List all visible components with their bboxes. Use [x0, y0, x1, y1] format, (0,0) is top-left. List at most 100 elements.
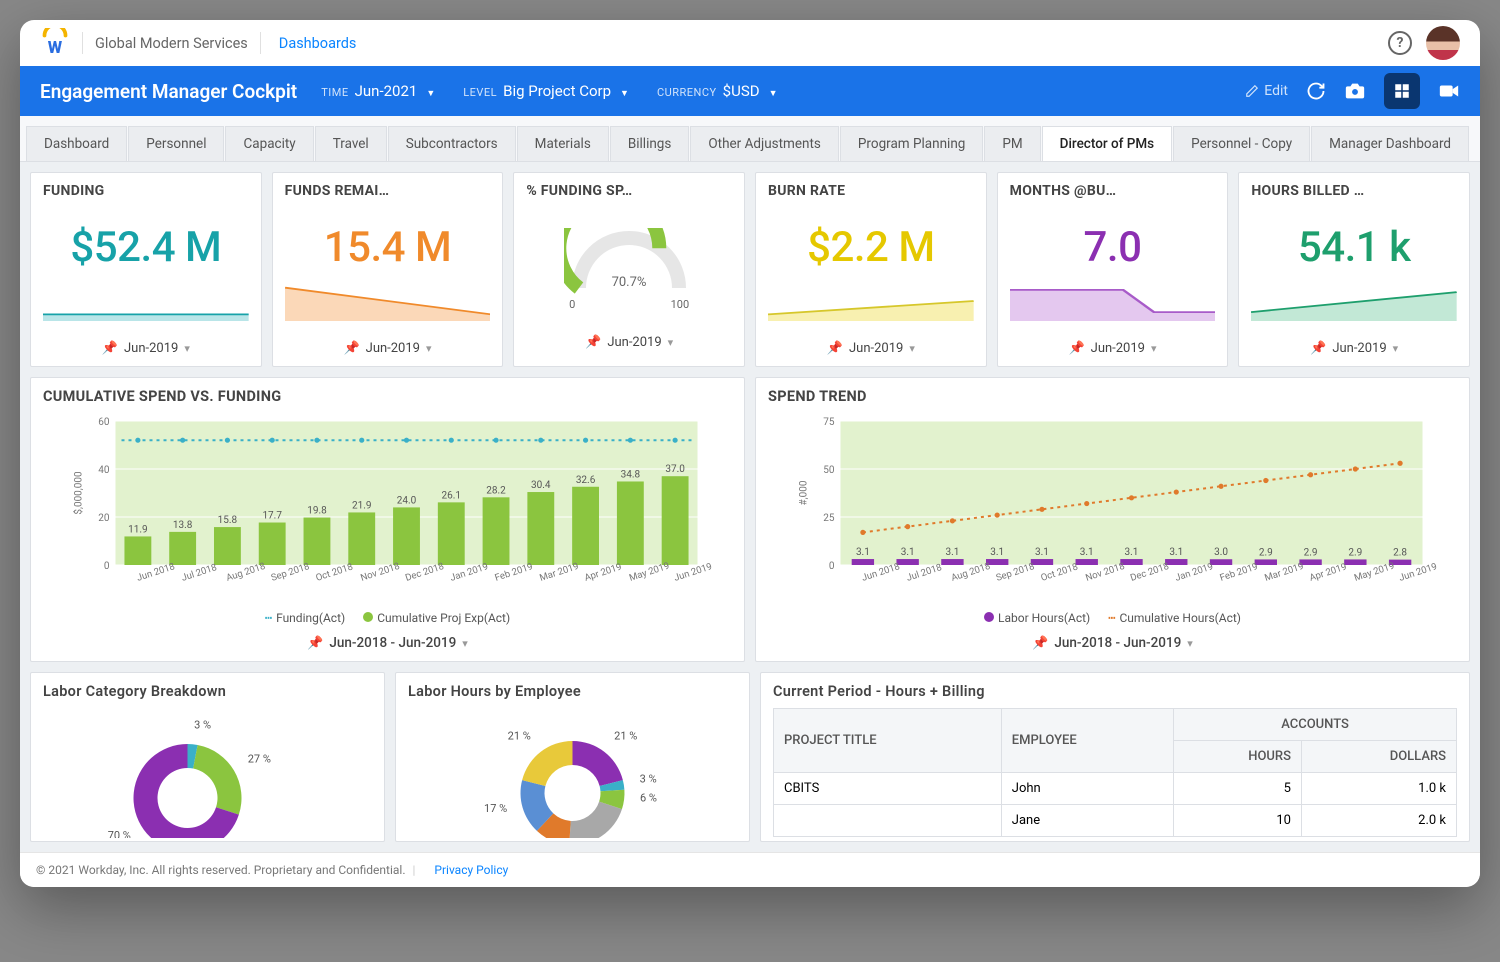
tab-capacity[interactable]: Capacity	[225, 126, 313, 161]
pin-icon: 📌	[585, 335, 601, 350]
filter-time[interactable]: TIMEJun-2021▼	[321, 82, 435, 100]
kpi-3: BURN RATE$2.2 M 📌Jun-2019▾	[755, 172, 987, 367]
chevron-down-icon: ▾	[1151, 342, 1157, 355]
svg-text:$,000,000: $,000,000	[72, 471, 85, 515]
svg-text:#,000: #,000	[799, 480, 810, 505]
video-icon[interactable]	[1438, 80, 1460, 102]
svg-text:20: 20	[98, 513, 110, 524]
workday-logo[interactable]: W	[40, 28, 70, 58]
chart2-period-selector[interactable]: 📌Jun-2018 - Jun-2019▾	[768, 635, 1457, 651]
chevron-down-icon: ▾	[1187, 637, 1193, 650]
svg-text:70.7%: 70.7%	[612, 275, 647, 290]
table-row[interactable]: CBITSJohn51.0 k	[774, 773, 1457, 805]
brand-name: Global Modern Services	[95, 35, 248, 52]
svg-text:0: 0	[829, 561, 835, 572]
kpi-period-selector[interactable]: 📌Jun-2019▾	[526, 335, 732, 350]
kpi-period-selector[interactable]: 📌Jun-2019▾	[1251, 341, 1457, 356]
tab-director-of-pms[interactable]: Director of PMs	[1042, 126, 1172, 161]
tab-manager-dashboard[interactable]: Manager Dashboard	[1311, 126, 1469, 161]
chevron-down-icon: ▾	[462, 637, 468, 650]
svg-text:6 %: 6 %	[640, 792, 657, 805]
svg-text:21 %: 21 %	[508, 729, 531, 742]
chart-labor-category: Labor Category Breakdown 3 %27 %70 %	[30, 672, 385, 842]
svg-text:34.8: 34.8	[621, 469, 641, 480]
svg-text:3.0: 3.0	[1214, 547, 1228, 558]
chart-labor-hours-employee: Labor Hours by Employee 21 %3 %6 %21 %11…	[395, 672, 750, 842]
filter-level[interactable]: LEVELBig Project Corp▼	[463, 82, 629, 100]
chevron-down-icon: ▾	[909, 342, 915, 355]
kpi-1: FUNDS REMAI…15.4 M 📌Jun-2019▾	[272, 172, 504, 367]
svg-text:2.9: 2.9	[1304, 547, 1318, 558]
chart1-period-selector[interactable]: 📌Jun-2018 - Jun-2019▾	[43, 635, 732, 651]
kpi-4: MONTHS @BU…7.0 📌Jun-2019▾	[997, 172, 1229, 367]
svg-text:3.1: 3.1	[1080, 547, 1094, 558]
chevron-down-icon: ▾	[668, 336, 674, 349]
svg-text:75: 75	[823, 417, 835, 428]
pin-icon: 📌	[1032, 636, 1048, 651]
chevron-down-icon: ▾	[426, 342, 432, 355]
tab-billings[interactable]: Billings	[610, 126, 690, 161]
pin-icon: 📌	[307, 636, 323, 651]
chevron-down-icon: ▾	[1393, 342, 1399, 355]
privacy-link[interactable]: Privacy Policy	[434, 863, 508, 877]
tab-other-adjustments[interactable]: Other Adjustments	[690, 126, 839, 161]
breadcrumb-dashboards[interactable]: Dashboards	[279, 35, 357, 52]
pin-icon: 📌	[102, 341, 118, 356]
tab-materials[interactable]: Materials	[517, 126, 609, 161]
tab-subcontractors[interactable]: Subcontractors	[388, 126, 516, 161]
svg-text:32.6: 32.6	[576, 475, 596, 486]
kpi-5: HOURS BILLED …54.1 k 📌Jun-2019▾	[1238, 172, 1470, 367]
avatar[interactable]	[1426, 26, 1460, 60]
svg-text:2.9: 2.9	[1259, 547, 1273, 558]
tab-dashboard[interactable]: Dashboard	[26, 126, 127, 161]
chart-cumulative-spend: CUMULATIVE SPEND VS. FUNDING 0204060$,00…	[30, 377, 745, 662]
tab-program-planning[interactable]: Program Planning	[840, 126, 983, 161]
svg-text:21.9: 21.9	[352, 500, 372, 511]
svg-text:2.8: 2.8	[1393, 548, 1407, 559]
tab-pm[interactable]: PM	[984, 126, 1040, 161]
svg-text:3.1: 3.1	[945, 547, 959, 558]
svg-text:27 %: 27 %	[248, 752, 271, 765]
chevron-down-icon: ▾	[184, 342, 190, 355]
tab-personnel---copy[interactable]: Personnel - Copy	[1173, 126, 1310, 161]
kpi-0: FUNDING$52.4 M 📌Jun-2019▾	[30, 172, 262, 367]
help-icon[interactable]: ?	[1388, 31, 1412, 55]
svg-text:3 %: 3 %	[640, 772, 657, 785]
kpi-period-selector[interactable]: 📌Jun-2019▾	[768, 341, 974, 356]
refresh-icon[interactable]	[1306, 81, 1326, 101]
svg-text:15.8: 15.8	[218, 515, 238, 526]
table-row[interactable]: Jane102.0 k	[774, 805, 1457, 837]
grid-view-button[interactable]	[1384, 73, 1420, 109]
pin-icon: 📌	[827, 341, 843, 356]
svg-text:2.9: 2.9	[1348, 547, 1362, 558]
kpi-period-selector[interactable]: 📌Jun-2019▾	[43, 341, 249, 356]
kpi-period-selector[interactable]: 📌Jun-2019▾	[1010, 341, 1216, 356]
chart-spend-trend: SPEND TREND 0255075#,0003.13.13.13.13.13…	[755, 377, 1470, 662]
kpi-period-selector[interactable]: 📌Jun-2019▾	[285, 341, 491, 356]
pin-icon: 📌	[1068, 341, 1084, 356]
svg-text:W: W	[48, 39, 63, 58]
svg-text:11.9: 11.9	[128, 524, 148, 535]
svg-text:3.1: 3.1	[990, 547, 1004, 558]
svg-text:3.1: 3.1	[901, 547, 915, 558]
billing-table: PROJECT TITLE EMPLOYEE ACCOUNTS HOURS DO…	[773, 708, 1457, 837]
svg-text:40: 40	[98, 465, 110, 476]
svg-text:19.8: 19.8	[307, 505, 327, 516]
tab-personnel[interactable]: Personnel	[128, 126, 224, 161]
svg-text:24.0: 24.0	[397, 495, 417, 506]
camera-icon[interactable]	[1344, 80, 1366, 102]
svg-text:17 %: 17 %	[484, 802, 507, 815]
legend-cum-hours: ┅Cumulative Hours(Act)	[1108, 611, 1241, 625]
svg-text:26.1: 26.1	[442, 490, 462, 501]
tab-travel[interactable]: Travel	[315, 126, 387, 161]
kpi-2: % FUNDING SP… 70.7% 0100 📌Jun-2019▾	[513, 172, 745, 367]
filter-currency[interactable]: CURRENCY$USD▼	[657, 82, 778, 100]
svg-text:60: 60	[98, 417, 110, 428]
legend-labor-hours: Labor Hours(Act)	[984, 611, 1090, 625]
svg-text:28.2: 28.2	[486, 485, 506, 496]
svg-text:3.1: 3.1	[1169, 547, 1183, 558]
tabbar: DashboardPersonnelCapacityTravelSubcontr…	[20, 116, 1480, 162]
svg-text:50: 50	[823, 465, 835, 476]
edit-button[interactable]: Edit	[1245, 83, 1288, 99]
svg-text:37.0: 37.0	[665, 464, 685, 475]
